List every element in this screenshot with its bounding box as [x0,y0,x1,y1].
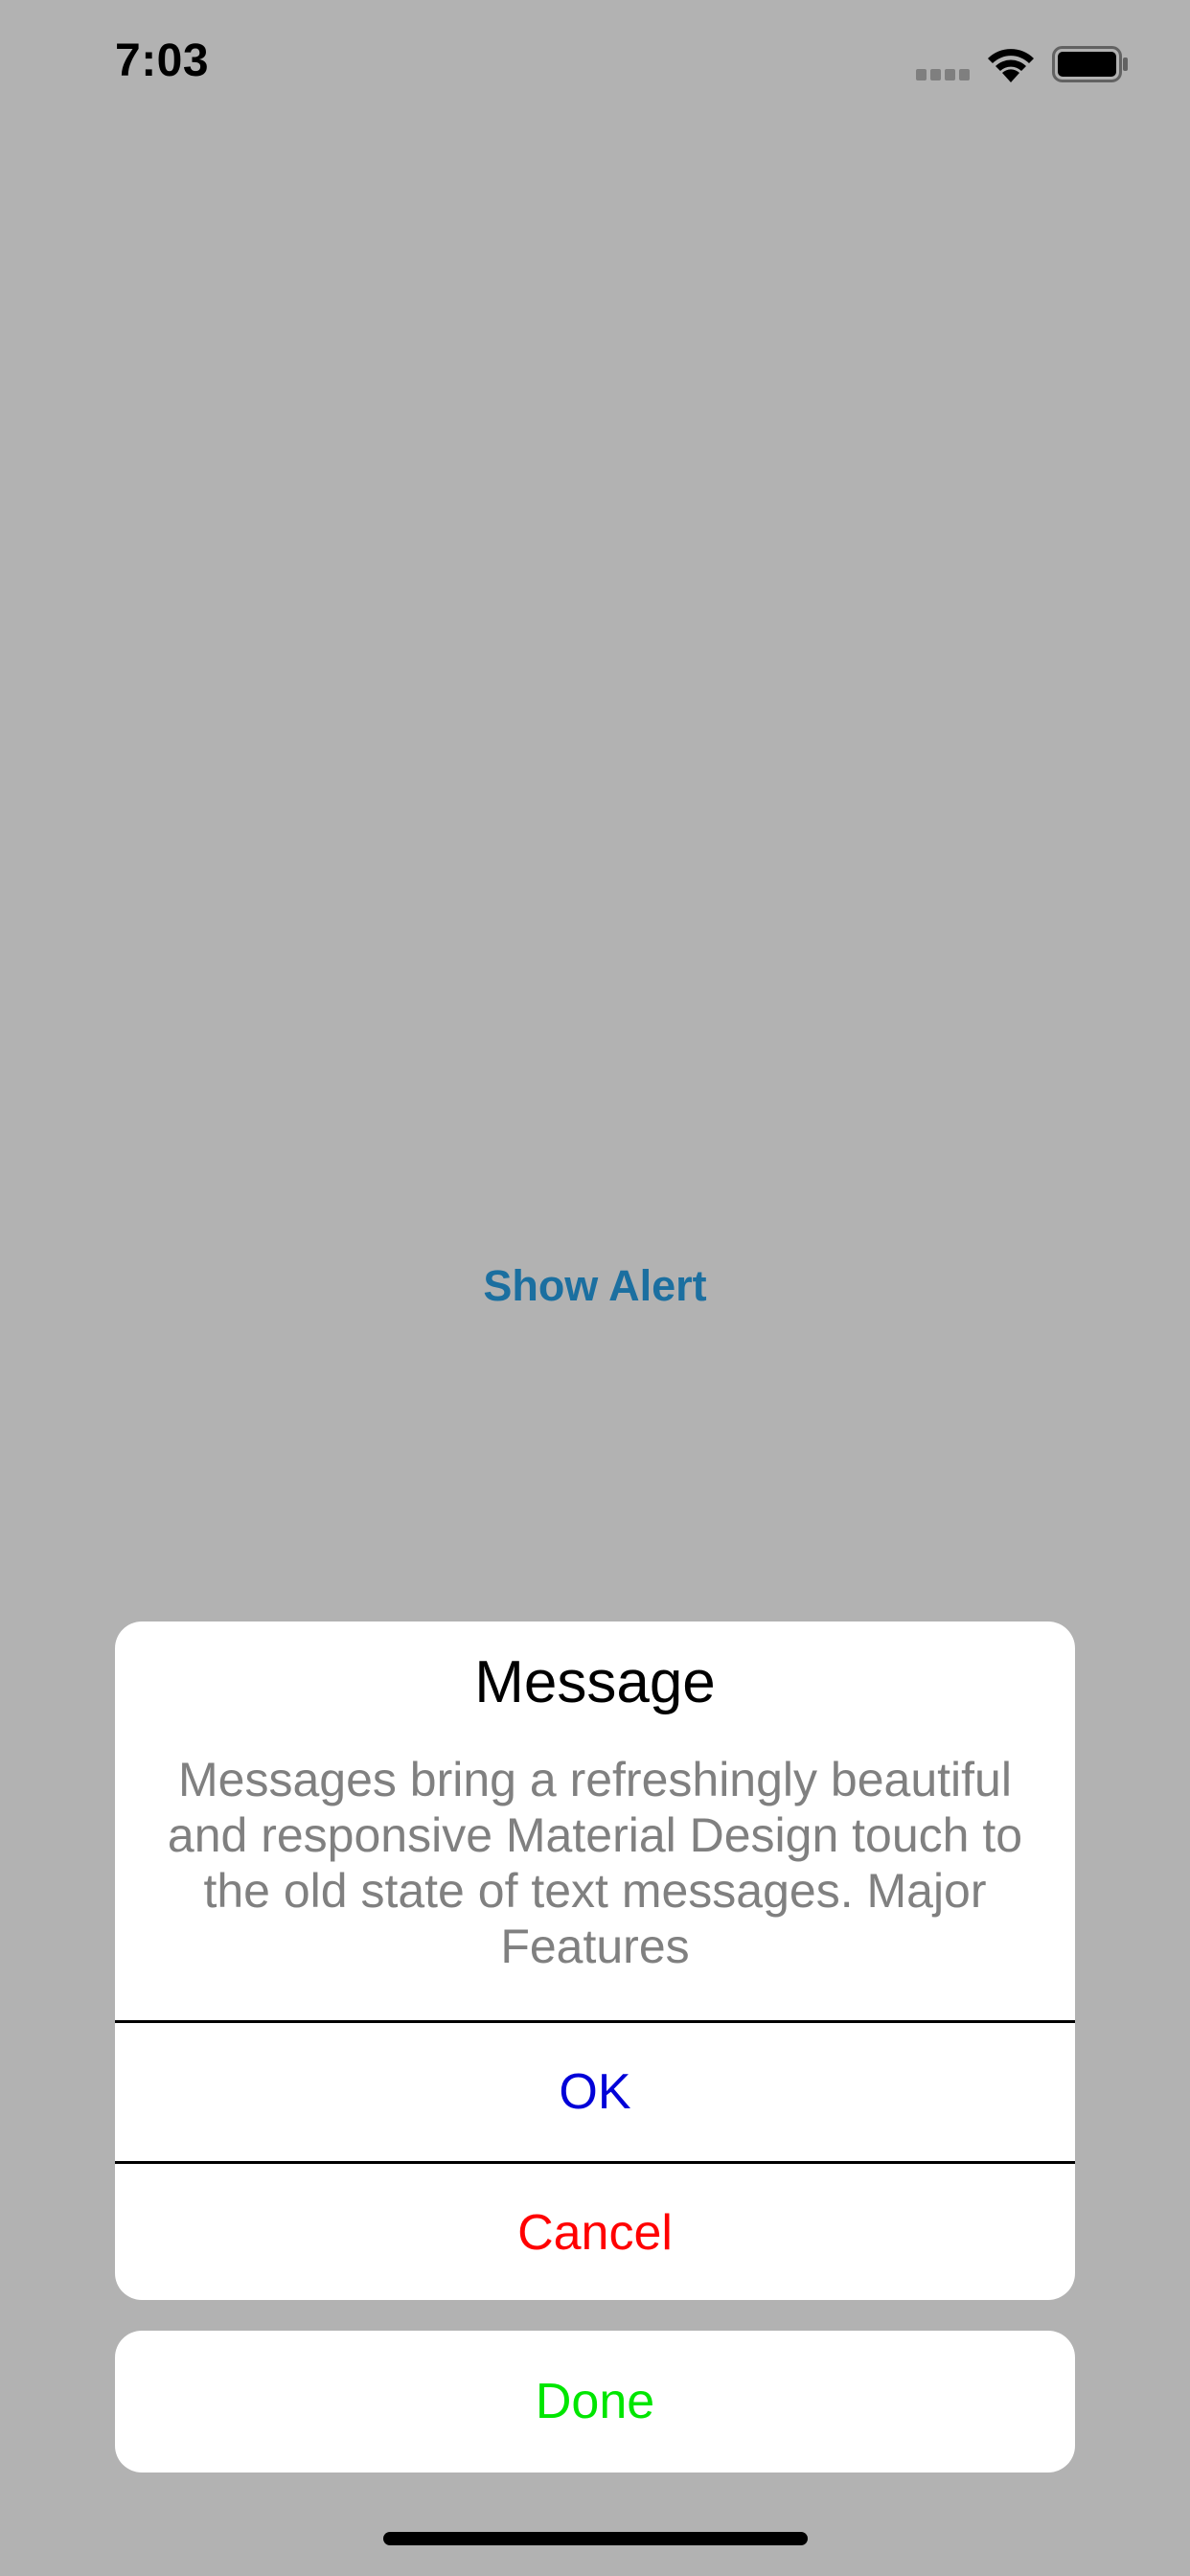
show-alert-button[interactable]: Show Alert [0,1257,1190,1315]
wifi-icon [988,49,1034,82]
battery-icon [1052,46,1128,82]
signal-icon [916,69,970,80]
status-bar: 7:03 [0,0,1190,134]
home-indicator [383,2532,808,2545]
cancel-button[interactable]: Cancel [115,2164,1075,2300]
status-time: 7:03 [115,35,210,86]
done-button[interactable]: Done [115,2331,1075,2472]
alert-title: Message [474,1649,716,1715]
ok-button[interactable]: OK [115,2023,1075,2161]
alert-message: Messages bring a refreshingly beautiful … [167,1753,1023,1973]
alert-dialog: Message Messages bring a refreshingly be… [115,1622,1075,2300]
